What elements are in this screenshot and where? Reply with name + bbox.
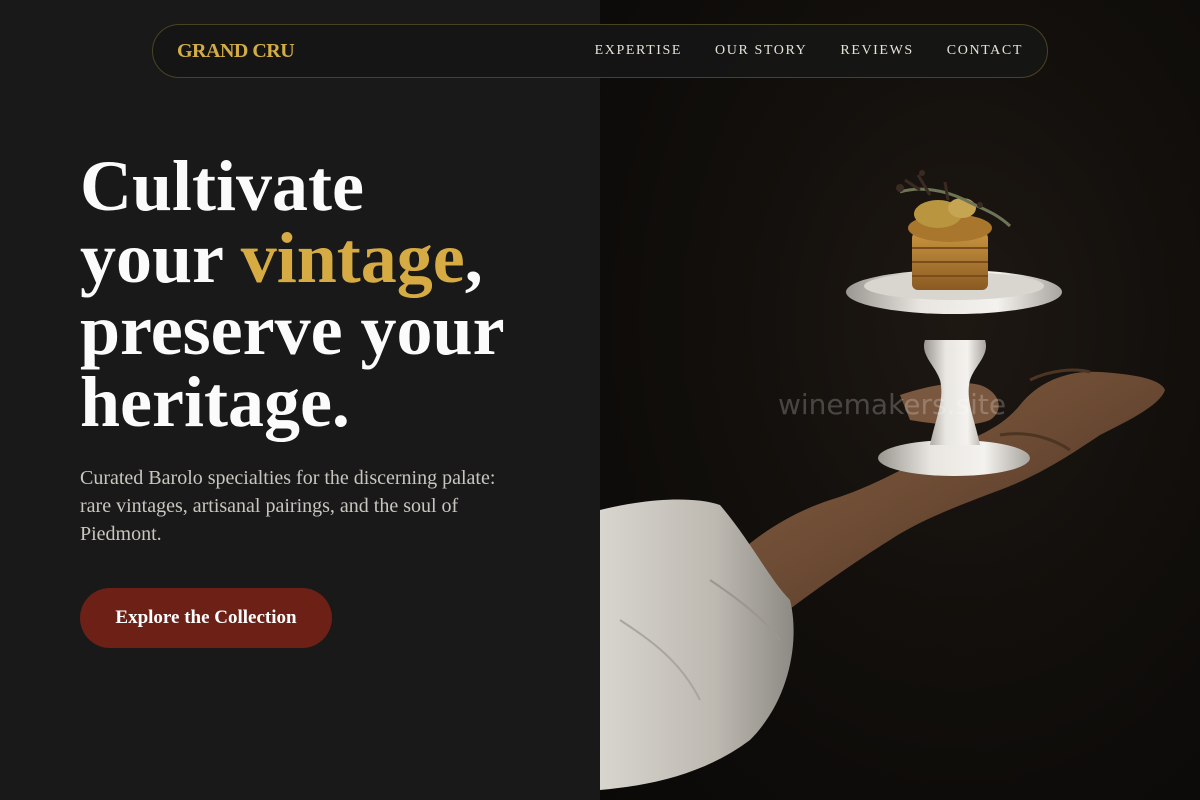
brand-logo[interactable]: GRAND CRU (177, 40, 295, 63)
headline-line-3: preserve your (80, 290, 505, 370)
headline-line-4: heritage. (80, 362, 350, 442)
nav-links: EXPERTISE OUR STORY REVIEWS CONTACT (562, 43, 1023, 59)
headline-accent-word: vintage (240, 218, 465, 298)
headline-line-2-prefix: your (80, 218, 241, 298)
nav-item-expertise[interactable]: EXPERTISE (595, 43, 682, 59)
nav-item-contact[interactable]: CONTACT (947, 43, 1023, 59)
nav-item-our-story[interactable]: OUR STORY (715, 43, 807, 59)
headline-line-2-suffix: , (464, 218, 483, 298)
watermark-text: winemakers.site (778, 388, 1007, 421)
hero-headline: Cultivate your vintage, preserve your he… (80, 150, 505, 438)
nav-item-reviews[interactable]: REVIEWS (840, 43, 913, 59)
explore-collection-button[interactable]: Explore the Collection (80, 588, 332, 648)
top-navbar: GRAND CRU EXPERTISE OUR STORY REVIEWS CO… (152, 24, 1048, 78)
hero-subtext: Curated Barolo specialties for the disce… (80, 467, 496, 545)
headline-line-1: Cultivate (80, 146, 364, 226)
